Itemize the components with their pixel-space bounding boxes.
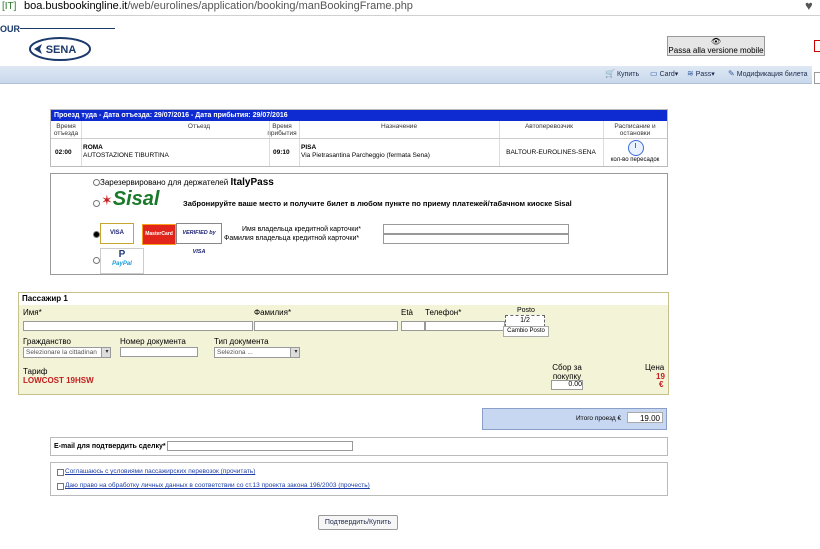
col-sep bbox=[299, 121, 300, 166]
citizenship-label: Гражданство bbox=[23, 337, 71, 346]
sisal-logo: ✶Sisal bbox=[101, 188, 160, 210]
pencil-icon: ✎ bbox=[728, 69, 735, 78]
total-box: Итого проезд € 19.00 bbox=[482, 408, 667, 430]
sisal-text: Забронируйте ваше место и получите билет… bbox=[183, 199, 572, 208]
terms-link-2[interactable]: Даю право на обработку личных данных в с… bbox=[65, 482, 370, 489]
payment-options: Зарезервировано для держателей ItalyPass… bbox=[50, 173, 668, 275]
citizenship-select[interactable]: Selezionare la cittadinan ▾ bbox=[23, 347, 111, 358]
trip-table: Проезд туда - Дата отъезда: 29/07/2016 -… bbox=[50, 109, 668, 167]
col-carrier: Автоперевозчик bbox=[524, 123, 574, 130]
last-name-label: Фамилия* bbox=[254, 308, 292, 317]
pass-icon: ≋ bbox=[687, 69, 694, 78]
paypal-logo: P PayPal bbox=[100, 248, 144, 274]
col-sep bbox=[81, 121, 82, 166]
edge-control-2[interactable] bbox=[814, 72, 820, 84]
total-label: Итого проезд € bbox=[576, 415, 622, 422]
first-name-input[interactable] bbox=[23, 321, 253, 331]
terms-checkbox-1[interactable] bbox=[57, 469, 64, 476]
radio-italypass[interactable] bbox=[93, 179, 100, 186]
sisal-star-icon: ✶ bbox=[101, 192, 113, 208]
confirm-buy-button[interactable]: Подтвердить/Купить bbox=[318, 515, 398, 530]
card-icon: ▭ bbox=[650, 69, 658, 78]
terms-section: Соглашаюсь с условиями пассажирских пере… bbox=[50, 462, 668, 496]
last-name-input[interactable] bbox=[254, 321, 398, 331]
address-bar[interactable]: [IT] boa.busbookingline.it/web/eurolines… bbox=[0, 0, 820, 16]
tariff-value: LOWCOST 19HSW bbox=[23, 376, 94, 385]
chevron-down-icon: ▾ bbox=[101, 348, 110, 357]
italypass-label: Зарезервировано для держателей ItalyPass bbox=[100, 177, 274, 188]
price-currency: € bbox=[659, 380, 664, 389]
phone-input[interactable] bbox=[425, 321, 505, 331]
top-nav: 🛒 Купить ▭ Card▾ ≋ Pass▾ ✎ Модификация билет… bbox=[0, 66, 812, 84]
verified-by-visa-logo: VERIFIED by VISA bbox=[176, 223, 222, 255]
passenger-title: Пассажир 1 bbox=[19, 293, 668, 305]
arr-city: PISA bbox=[301, 144, 317, 151]
doc-type-label: Тип документа bbox=[214, 337, 269, 346]
total-value: 19.00 bbox=[627, 412, 663, 423]
tariff-label: Тариф bbox=[23, 367, 48, 376]
terms-checkbox-2[interactable] bbox=[57, 483, 64, 490]
first-name-label: Имя* bbox=[23, 308, 42, 317]
clock-icon[interactable] bbox=[628, 140, 644, 156]
visa-logo: VISA bbox=[100, 223, 134, 244]
age-input[interactable] bbox=[401, 321, 425, 331]
radio-card[interactable] bbox=[93, 231, 100, 238]
paypal-p-icon: P bbox=[118, 249, 126, 260]
chevron-down-icon: ▾ bbox=[290, 348, 299, 357]
email-section: E-mail для подтвердить сделку* bbox=[50, 437, 668, 456]
radio-sisal[interactable] bbox=[93, 200, 100, 207]
phone-label: Телефон* bbox=[425, 308, 462, 317]
edge-control[interactable] bbox=[814, 40, 820, 52]
holder-last-input[interactable] bbox=[383, 234, 569, 244]
doc-number-label: Номер документа bbox=[120, 337, 186, 346]
doc-type-select[interactable]: Seleziona ... ▾ bbox=[214, 347, 300, 358]
age-label: Età bbox=[401, 308, 414, 317]
svg-text:SENA: SENA bbox=[46, 44, 77, 56]
row-sep bbox=[51, 138, 667, 139]
dep-city: ROMA bbox=[83, 144, 103, 151]
nav-pass[interactable]: ≋ Pass▾ bbox=[687, 69, 715, 78]
col-sep bbox=[499, 121, 500, 166]
fee-label: Сбор за покупку bbox=[552, 363, 582, 381]
carrier-name: BALTOUR-EUROLINES-SENA bbox=[506, 149, 596, 156]
fee-value: 0.00 bbox=[551, 380, 583, 390]
nav-buy[interactable]: 🛒 Купить bbox=[605, 69, 639, 78]
dep-stop: AUTOSTAZIONE TIBURTINA bbox=[83, 152, 169, 159]
change-seat-button[interactable]: Cambio Posto bbox=[503, 326, 549, 337]
col-sep bbox=[269, 121, 270, 166]
nav-modify[interactable]: ✎ Модификация билета bbox=[728, 69, 807, 78]
col-destination: Назначение bbox=[380, 123, 418, 130]
header-fragment-text: OUR bbox=[0, 24, 20, 34]
mastercard-logo: MasterCard bbox=[142, 224, 176, 245]
doc-number-input[interactable] bbox=[120, 347, 198, 357]
email-input[interactable] bbox=[167, 441, 353, 451]
holder-first-label: Имя владельца кредитной карточки* bbox=[242, 226, 362, 233]
site-lang-indicator: [IT] bbox=[2, 1, 17, 12]
dep-time: 02:00 bbox=[55, 149, 72, 156]
eye-icon: 👁 bbox=[710, 37, 722, 46]
seat-label: Posto bbox=[517, 307, 535, 314]
nav-card[interactable]: ▭ Card▾ bbox=[650, 69, 678, 78]
sena-logo: SENA bbox=[29, 37, 91, 61]
terms-link-1[interactable]: Соглашаюсь с условиями пассажирских пере… bbox=[65, 468, 255, 475]
passenger-panel: Пассажир 1 Имя* Фамилия* Età Телефон* Po… bbox=[18, 292, 669, 395]
holder-last-label: Фамилия владельца кредитной карточки* bbox=[224, 235, 360, 242]
trip-header-bar: Проезд туда - Дата отъезда: 29/07/2016 -… bbox=[51, 110, 667, 121]
url-text[interactable]: boa.busbookingline.it/web/eurolines/appl… bbox=[24, 0, 413, 12]
arr-stop: Via Pietrasantina Parcheggio (fermata Se… bbox=[301, 152, 430, 159]
col-arr-time: Время прибытия bbox=[267, 123, 297, 137]
email-label: E-mail для подтвердить сделку* bbox=[54, 443, 166, 450]
col-schedule: Расписание и остановки bbox=[614, 123, 656, 137]
mobile-version-button[interactable]: 👁 Passa alla versione mobile bbox=[667, 36, 765, 56]
transfers-link[interactable]: кол-во пересадок bbox=[603, 156, 667, 164]
cart-icon: 🛒 bbox=[605, 69, 615, 78]
holder-first-input[interactable] bbox=[383, 224, 569, 234]
col-dep-time: Время отъезда bbox=[53, 123, 79, 137]
price-label: Цена bbox=[645, 363, 665, 372]
heart-icon[interactable]: ♥ bbox=[805, 0, 813, 13]
header-divider bbox=[20, 28, 115, 29]
arr-time: 09:10 bbox=[273, 149, 290, 156]
radio-paypal[interactable] bbox=[93, 257, 100, 264]
